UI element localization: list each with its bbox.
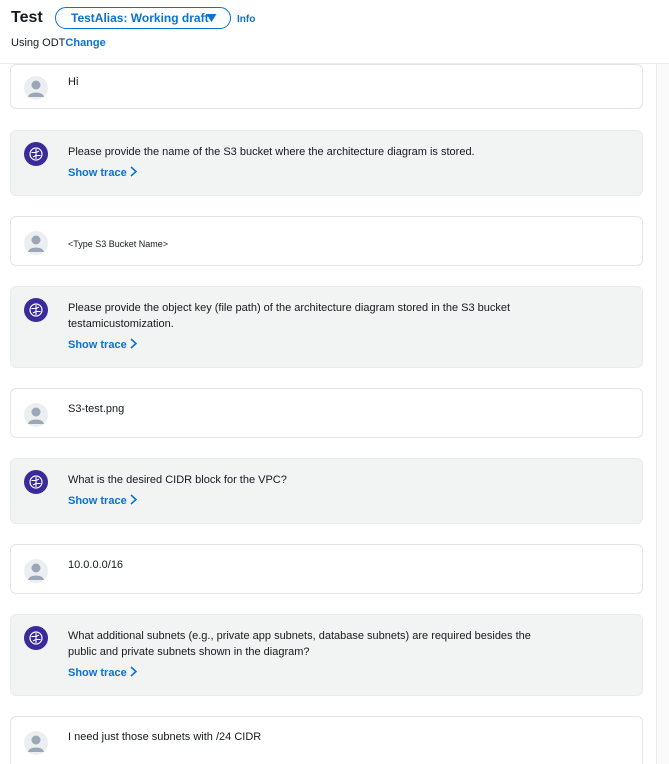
message-text: 10.0.0.0/16 xyxy=(68,559,124,571)
message-text: I need just those subnets with /24 CIDR xyxy=(68,731,262,743)
user-avatar-icon xyxy=(24,231,48,255)
message-text: Hi xyxy=(68,76,79,88)
message-text: Please provide the object key (file path… xyxy=(68,302,511,330)
show-trace-label: Show trace xyxy=(68,339,127,351)
chat-header: Test TestAlias: Working draft Info Using… xyxy=(0,0,669,63)
user-avatar-icon xyxy=(24,559,48,583)
show-trace-label: Show trace xyxy=(68,667,127,679)
user-avatar-icon xyxy=(24,76,48,100)
user-message: I need just those subnets with /24 CIDR xyxy=(10,716,643,764)
chat-transcript: Hi Please provide the name of the S3 buc… xyxy=(0,64,656,764)
chat-scrollbar[interactable] xyxy=(656,64,669,764)
agent-brain-icon xyxy=(24,470,48,494)
alias-dropdown-value: TestAlias: Working draft xyxy=(71,11,209,25)
show-trace-label: Show trace xyxy=(68,167,127,179)
message-text: Please provide the name of the S3 bucket… xyxy=(68,146,475,158)
message-text: S3-test.png xyxy=(68,403,125,415)
user-avatar-icon xyxy=(24,403,48,427)
chevron-right-icon xyxy=(130,166,137,180)
agent-brain-icon xyxy=(24,626,48,650)
chevron-right-icon xyxy=(130,338,137,352)
user-message: <Type S3 Bucket Name> xyxy=(10,216,643,266)
show-trace-link[interactable]: Show trace xyxy=(68,494,137,508)
show-trace-link[interactable]: Show trace xyxy=(68,166,137,180)
agent-brain-icon xyxy=(24,298,48,322)
info-link[interactable]: Info xyxy=(237,14,255,25)
agent-message: Please provide the object key (file path… xyxy=(10,286,643,368)
chevron-right-icon xyxy=(130,494,137,508)
user-message: 10.0.0.0/16 xyxy=(10,544,643,594)
message-text: What is the desired CIDR block for the V… xyxy=(68,474,287,486)
show-trace-link[interactable]: Show trace xyxy=(68,666,137,680)
agent-message: What additional subnets (e.g., private a… xyxy=(10,614,643,696)
message-text: <Type S3 Bucket Name> xyxy=(68,239,169,249)
chevron-right-icon xyxy=(130,666,137,680)
alias-dropdown[interactable]: TestAlias: Working draft xyxy=(55,7,231,29)
change-link[interactable]: Change xyxy=(65,37,105,49)
agent-message: Please provide the name of the S3 bucket… xyxy=(10,130,643,196)
page-title: Test xyxy=(11,9,43,26)
message-text: What additional subnets (e.g., private a… xyxy=(68,630,531,658)
odt-label: Using ODT xyxy=(11,37,66,49)
user-message: S3-test.png xyxy=(10,388,643,438)
show-trace-link[interactable]: Show trace xyxy=(68,338,137,352)
odt-status: Using ODTChange xyxy=(11,37,106,49)
show-trace-label: Show trace xyxy=(68,495,127,507)
caret-down-icon xyxy=(206,12,217,26)
user-avatar-icon xyxy=(24,731,48,755)
agent-message: What is the desired CIDR block for the V… xyxy=(10,458,643,524)
agent-brain-icon xyxy=(24,142,48,166)
user-message: Hi xyxy=(10,64,643,109)
